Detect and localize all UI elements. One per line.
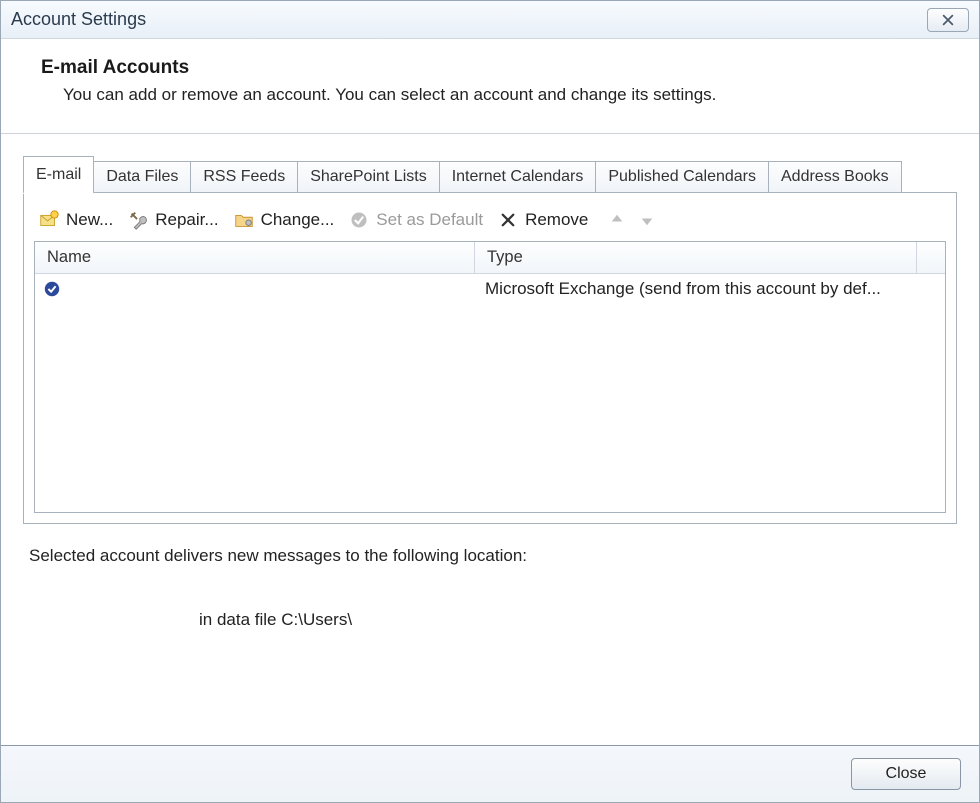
toolbar-label: New... bbox=[66, 210, 113, 230]
delivery-location-label: Selected account delivers new messages t… bbox=[29, 546, 947, 566]
tab-panel-email: New... Repair... bbox=[23, 192, 957, 524]
move-down-button bbox=[638, 211, 656, 229]
tab-label: Internet Calendars bbox=[452, 168, 584, 185]
toolbar: New... Repair... bbox=[34, 205, 946, 241]
page-subtext: You can add or remove an account. You ca… bbox=[41, 85, 951, 105]
change-button[interactable]: Change... bbox=[233, 209, 335, 231]
button-label: Close bbox=[886, 765, 927, 783]
window-close-button[interactable] bbox=[927, 8, 969, 32]
accounts-list[interactable]: Name Type bbox=[34, 241, 946, 513]
close-button[interactable]: Close bbox=[851, 758, 961, 790]
delivery-info: Selected account delivers new messages t… bbox=[23, 524, 957, 630]
titlebar: Account Settings bbox=[1, 1, 979, 39]
delivery-datafile-path: in data file C:\Users\ bbox=[29, 610, 947, 630]
folder-gear-icon bbox=[233, 209, 255, 231]
arrow-down-icon bbox=[638, 211, 656, 229]
new-button[interactable]: New... bbox=[38, 209, 113, 231]
tab-label: E-mail bbox=[36, 166, 81, 183]
tab-data-files[interactable]: Data Files bbox=[93, 161, 191, 192]
table-row[interactable]: Microsoft Exchange (send from this accou… bbox=[35, 274, 945, 304]
close-icon bbox=[941, 13, 955, 27]
content-area: E-mail Data Files RSS Feeds SharePoint L… bbox=[1, 134, 979, 745]
envelope-new-icon bbox=[38, 209, 60, 231]
list-header: Name Type bbox=[35, 242, 945, 274]
repair-button[interactable]: Repair... bbox=[127, 209, 218, 231]
tab-email[interactable]: E-mail bbox=[23, 156, 94, 194]
tab-address-books[interactable]: Address Books bbox=[768, 161, 902, 192]
arrow-up-icon bbox=[608, 211, 626, 229]
toolbar-label: Set as Default bbox=[376, 210, 483, 230]
x-icon bbox=[497, 209, 519, 231]
tab-label: Address Books bbox=[781, 168, 889, 185]
set-default-button: Set as Default bbox=[348, 209, 483, 231]
tab-label: RSS Feeds bbox=[203, 168, 285, 185]
row-type-cell: Microsoft Exchange (send from this accou… bbox=[475, 277, 945, 301]
tab-label: SharePoint Lists bbox=[310, 168, 427, 185]
tab-sharepoint-lists[interactable]: SharePoint Lists bbox=[297, 161, 440, 192]
dialog-footer: Close bbox=[1, 745, 979, 802]
toolbar-label: Change... bbox=[261, 210, 335, 230]
default-account-icon bbox=[43, 280, 61, 298]
window-title: Account Settings bbox=[11, 9, 927, 30]
move-up-button bbox=[608, 211, 626, 229]
header-block: E-mail Accounts You can add or remove an… bbox=[1, 39, 979, 134]
remove-button[interactable]: Remove bbox=[497, 209, 588, 231]
check-circle-icon bbox=[348, 209, 370, 231]
page-heading: E-mail Accounts bbox=[41, 57, 951, 79]
list-body: Microsoft Exchange (send from this accou… bbox=[35, 274, 945, 512]
toolbar-label: Repair... bbox=[155, 210, 218, 230]
tabs-row: E-mail Data Files RSS Feeds SharePoint L… bbox=[23, 156, 957, 192]
tab-internet-calendars[interactable]: Internet Calendars bbox=[439, 161, 597, 192]
toolbar-label: Remove bbox=[525, 210, 588, 230]
column-header-type[interactable]: Type bbox=[475, 242, 917, 273]
column-header-name[interactable]: Name bbox=[35, 242, 475, 273]
row-name-cell bbox=[35, 278, 475, 300]
reorder-arrows bbox=[608, 211, 656, 229]
tab-label: Published Calendars bbox=[608, 168, 756, 185]
account-settings-window: Account Settings E-mail Accounts You can… bbox=[0, 0, 980, 803]
tab-published-calendars[interactable]: Published Calendars bbox=[595, 161, 769, 192]
tab-label: Data Files bbox=[106, 168, 178, 185]
tools-icon bbox=[127, 209, 149, 231]
column-header-end bbox=[917, 242, 945, 273]
tab-rss-feeds[interactable]: RSS Feeds bbox=[190, 161, 298, 192]
